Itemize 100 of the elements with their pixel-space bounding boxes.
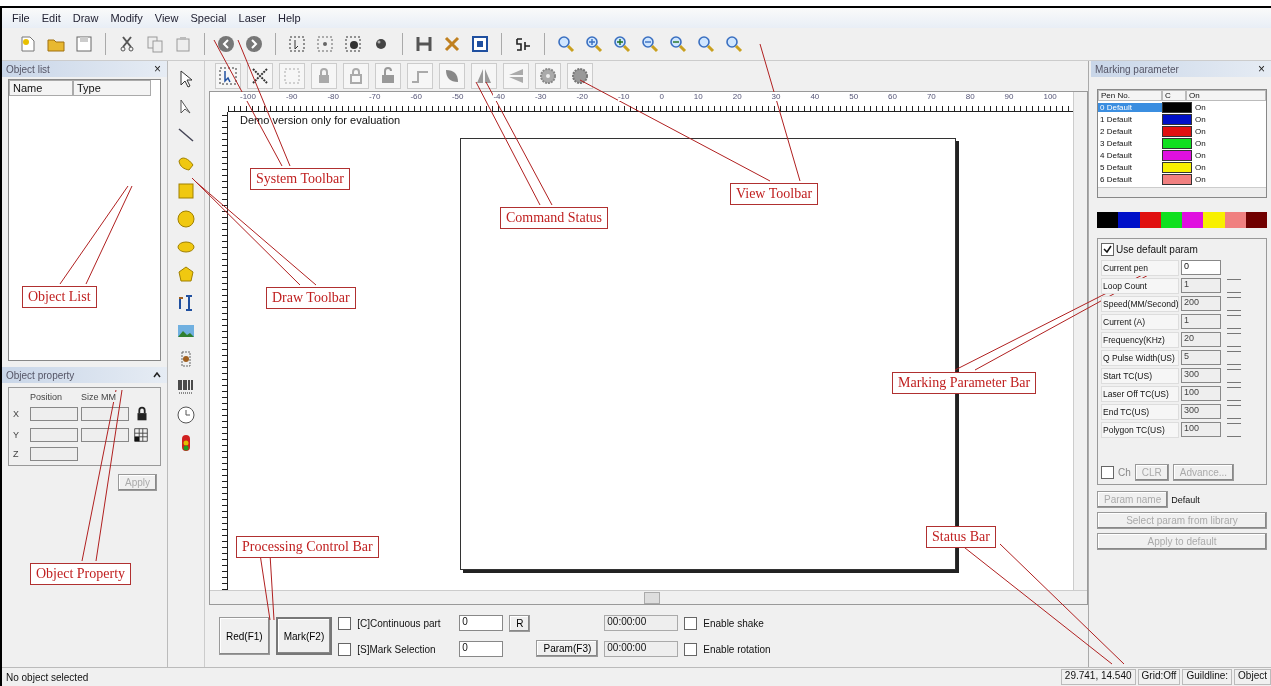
selection-icon[interactable] xyxy=(215,63,241,89)
input-field[interactable] xyxy=(81,428,129,442)
menu-item[interactable]: Edit xyxy=(41,12,61,24)
pen-item[interactable]: 5 Default xyxy=(1098,162,1162,172)
input-field[interactable] xyxy=(81,407,129,421)
search-icon[interactable] xyxy=(556,34,576,54)
input-field[interactable] xyxy=(30,447,78,461)
spinner[interactable] xyxy=(1227,404,1241,419)
grid-status[interactable]: Grid:Off xyxy=(1137,669,1181,685)
search-icon[interactable] xyxy=(696,34,716,54)
checkbox[interactable] xyxy=(684,642,698,656)
mark-button[interactable]: Mark(F2) xyxy=(275,617,333,655)
vertical-scrollbar[interactable] xyxy=(1073,92,1087,590)
flip-icon[interactable] xyxy=(503,63,529,89)
menu-item[interactable]: View xyxy=(154,12,179,24)
grid-box-icon[interactable] xyxy=(470,34,490,54)
pen-item[interactable]: 6 Default xyxy=(1098,174,1162,184)
column-header[interactable]: On xyxy=(1186,90,1266,101)
pen-item[interactable]: 2 Default xyxy=(1098,126,1162,136)
palette-color[interactable] xyxy=(1203,212,1225,228)
leaf-icon[interactable] xyxy=(439,63,465,89)
close-button[interactable]: × xyxy=(154,62,161,76)
line-icon[interactable] xyxy=(176,125,196,145)
spinner[interactable] xyxy=(1227,314,1241,329)
redo-icon[interactable] xyxy=(244,34,264,54)
close-button[interactable]: × xyxy=(1258,62,1265,76)
input-field[interactable]: 0 xyxy=(459,641,504,657)
spinner[interactable] xyxy=(1227,332,1241,347)
grid-icon[interactable] xyxy=(132,426,150,444)
zoom-out-icon[interactable] xyxy=(668,34,688,54)
palette-color[interactable] xyxy=(1224,212,1246,228)
menu-item[interactable]: Modify xyxy=(110,12,143,24)
palette-color[interactable] xyxy=(1118,212,1140,228)
spinner[interactable] xyxy=(1227,350,1241,365)
r-button[interactable]: R xyxy=(509,614,531,632)
clock-icon[interactable] xyxy=(176,405,196,425)
spinner[interactable] xyxy=(1227,386,1241,401)
palette-color[interactable] xyxy=(1139,212,1161,228)
input-field[interactable] xyxy=(30,407,78,421)
checkbox-label: Ch xyxy=(1118,467,1131,478)
collapse-icon[interactable] xyxy=(153,372,161,378)
checkbox[interactable] xyxy=(1101,243,1114,256)
checkbox[interactable] xyxy=(1101,466,1114,479)
spinner[interactable] xyxy=(1227,368,1241,383)
preview-button[interactable]: Red(F1) xyxy=(219,617,270,655)
rectangle-icon[interactable] xyxy=(176,181,196,201)
zoom-in-icon[interactable] xyxy=(584,34,604,54)
menu-item[interactable]: Help xyxy=(278,12,301,24)
input-field[interactable] xyxy=(30,428,78,442)
checkbox-label: Use default param xyxy=(1116,244,1198,255)
step-icon[interactable] xyxy=(407,63,433,89)
param-field[interactable]: 0 xyxy=(1181,260,1221,275)
palette-color[interactable] xyxy=(1160,212,1182,228)
circle-icon[interactable] xyxy=(176,209,196,229)
column-header[interactable]: C xyxy=(1162,90,1186,101)
spinner[interactable] xyxy=(1227,422,1241,437)
ruler-label: 80 xyxy=(965,92,975,101)
checkbox[interactable] xyxy=(338,616,352,630)
horizontal-scrollbar[interactable] xyxy=(1098,187,1266,197)
checkbox[interactable] xyxy=(684,616,698,630)
zoom-out-icon[interactable] xyxy=(640,34,660,54)
menu-item[interactable]: File xyxy=(12,12,30,24)
input-field[interactable]: 0 xyxy=(459,615,504,631)
palette-color[interactable] xyxy=(1245,212,1267,228)
menu-item[interactable]: Laser xyxy=(238,12,267,24)
param-name-label: Param name xyxy=(1097,491,1169,508)
dotted-nodes-icon[interactable] xyxy=(315,34,335,54)
pen-item[interactable]: 4 Default xyxy=(1098,150,1162,160)
pen-item[interactable]: 1 Default xyxy=(1098,114,1162,124)
ruler-label: -100 xyxy=(240,92,256,101)
palette-color[interactable] xyxy=(1182,212,1204,228)
checkbox[interactable] xyxy=(338,642,352,656)
gear-icon[interactable] xyxy=(535,63,561,89)
polygon-icon[interactable] xyxy=(176,265,196,285)
spinner[interactable] xyxy=(1227,278,1241,293)
mirror-icon[interactable] xyxy=(471,63,497,89)
dotted-square-icon[interactable] xyxy=(279,63,305,89)
cut-icon[interactable] xyxy=(117,34,137,54)
pen-status: On xyxy=(1194,138,1207,148)
guideline-status[interactable]: Guildline: xyxy=(1182,669,1233,685)
scatter-icon[interactable] xyxy=(247,63,273,89)
spinner[interactable] xyxy=(1227,296,1241,311)
search-icon[interactable] xyxy=(724,34,744,54)
horizontal-scrollbar[interactable] xyxy=(210,590,1087,604)
column-header[interactable]: Pen No. xyxy=(1098,90,1162,101)
column-header[interactable]: Name xyxy=(9,80,73,96)
object-status[interactable]: Object xyxy=(1234,669,1271,685)
gear-icon[interactable] xyxy=(567,63,593,89)
barcode-icon[interactable] xyxy=(176,377,196,397)
menu-item[interactable]: Special xyxy=(190,12,227,24)
new-file-icon[interactable] xyxy=(18,34,38,54)
save-icon[interactable] xyxy=(74,34,94,54)
ruler-label: 90 xyxy=(1004,92,1014,101)
param-button[interactable]: Param(F3) xyxy=(536,640,599,657)
undo-icon[interactable] xyxy=(216,34,236,54)
pen-item[interactable]: 3 Default xyxy=(1098,138,1162,148)
zoom-in-icon[interactable] xyxy=(612,34,632,54)
palette-color[interactable] xyxy=(1097,212,1119,228)
menu-item[interactable]: Draw xyxy=(72,12,99,24)
column-header[interactable]: Type xyxy=(73,80,151,96)
